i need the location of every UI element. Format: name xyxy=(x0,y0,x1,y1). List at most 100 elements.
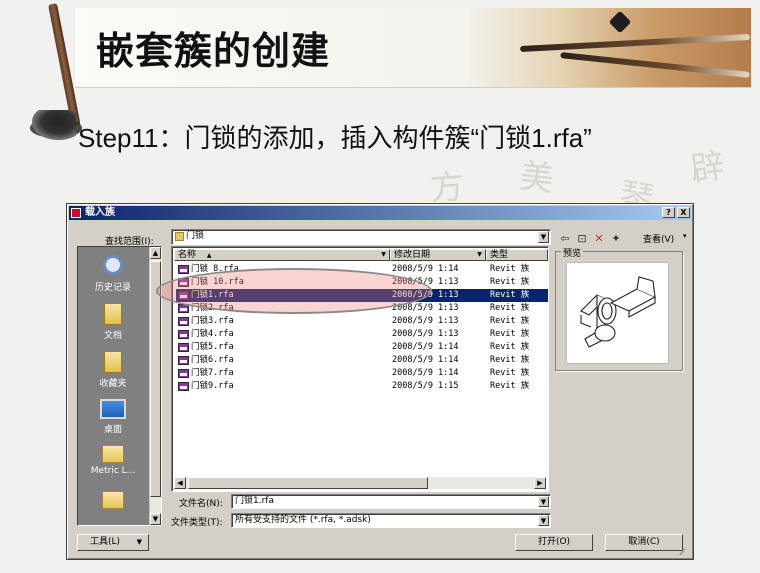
tools-button-label: 工具(L) xyxy=(90,537,121,547)
rfa-file-icon xyxy=(178,356,189,365)
help-button[interactable]: ? xyxy=(662,207,675,218)
file-date: 2008/5/9 1:13 xyxy=(392,329,459,339)
file-name: 门锁7.rfa xyxy=(191,368,234,378)
file-date: 2008/5/9 1:14 xyxy=(392,368,459,378)
chevron-down-icon[interactable]: ▼ xyxy=(475,250,484,260)
chevron-down-icon[interactable]: ▼ xyxy=(538,515,549,526)
file-name: 门锁3.rfa xyxy=(191,316,234,326)
rfa-file-icon xyxy=(178,317,189,326)
file-type: Revit 族 xyxy=(490,381,530,391)
file-date: 2008/5/9 1:13 xyxy=(392,316,459,326)
place-metric-library[interactable]: Metric L... xyxy=(78,445,148,476)
folder-icon xyxy=(102,491,124,509)
scroll-left-icon[interactable]: ◀ xyxy=(174,477,186,489)
place-folder[interactable] xyxy=(78,491,148,512)
file-name: 门锁9.rfa xyxy=(191,381,234,391)
new-folder-icon[interactable]: ✦ xyxy=(609,233,623,245)
close-button[interactable]: X xyxy=(677,207,690,218)
column-name-label: 名称 xyxy=(178,250,197,260)
file-list-hscrollbar[interactable]: ◀ ▶ xyxy=(174,477,546,489)
chevron-down-icon[interactable]: ▼ xyxy=(379,250,388,260)
tools-button[interactable]: 工具(L) ▼ xyxy=(77,534,149,551)
revit-app-icon xyxy=(71,208,81,218)
open-button[interactable]: 打开(O) xyxy=(515,534,593,551)
resize-grip-icon[interactable]: ⁄⁄ xyxy=(681,548,684,558)
file-row[interactable]: 门锁6.rfa 2008/5/9 1:14 Revit 族 xyxy=(176,354,548,367)
scrollbar-thumb[interactable] xyxy=(188,477,428,489)
file-name: 门锁6.rfa xyxy=(191,355,234,365)
file-row[interactable]: 门锁9.rfa 2008/5/9 1:15 Revit 族 xyxy=(176,380,548,393)
place-label: 收藏夹 xyxy=(99,379,127,389)
scroll-down-icon[interactable]: ▼ xyxy=(150,513,161,525)
filetype-value: 所有受支持的文件 (*.rfa, *.adsk) xyxy=(235,515,371,525)
dialog-title: 载入族 xyxy=(85,207,115,218)
chevron-down-icon[interactable]: ▼ xyxy=(538,231,549,243)
rfa-file-icon xyxy=(178,330,189,339)
filename-label: 文件名(N): xyxy=(179,499,223,509)
scroll-right-icon[interactable]: ▶ xyxy=(534,477,546,489)
file-type: Revit 族 xyxy=(490,355,530,365)
file-row[interactable]: 门锁4.rfa 2008/5/9 1:13 Revit 族 xyxy=(176,328,548,341)
lookin-combo[interactable]: 门锁 ▼ xyxy=(171,229,551,245)
lookin-value: 门锁 xyxy=(186,231,205,241)
place-desktop[interactable]: 桌面 xyxy=(78,399,148,435)
file-row[interactable]: 门锁5.rfa 2008/5/9 1:14 Revit 族 xyxy=(176,341,548,354)
file-name: 门锁5.rfa xyxy=(191,342,234,352)
filetype-select[interactable]: 所有受支持的文件 (*.rfa, *.adsk) ▼ xyxy=(231,513,551,528)
door-lock-preview-icon xyxy=(580,276,657,348)
favorites-icon xyxy=(104,351,122,373)
rfa-file-icon xyxy=(178,265,189,274)
slide-title: 嵌套簇的创建 xyxy=(96,28,331,73)
file-type: Revit 族 xyxy=(490,329,530,339)
place-favorites[interactable]: 收藏夹 xyxy=(78,351,148,389)
filetype-label: 文件类型(T): xyxy=(171,518,223,528)
folder-icon xyxy=(102,445,124,463)
scroll-up-icon[interactable]: ▲ xyxy=(150,247,161,259)
views-menu[interactable]: 查看(V) xyxy=(643,232,674,245)
dialog-titlebar[interactable]: 载入族 ? X xyxy=(69,206,691,220)
up-folder-icon[interactable]: ⊡ xyxy=(575,233,589,245)
views-dropdown-icon[interactable]: ▾ xyxy=(683,232,687,240)
file-name: 门锁4.rfa xyxy=(191,329,234,339)
place-label: 历史记录 xyxy=(94,283,131,293)
preview-image xyxy=(566,262,669,364)
file-type: Revit 族 xyxy=(490,277,530,287)
pen-brush-decoration xyxy=(32,110,76,140)
file-date: 2008/5/9 1:14 xyxy=(392,264,459,274)
filename-value: 门锁1.rfa xyxy=(235,496,274,506)
place-history[interactable]: 历史记录 xyxy=(78,255,148,293)
file-row[interactable]: 门锁3.rfa 2008/5/9 1:13 Revit 族 xyxy=(176,315,548,328)
column-header-name[interactable]: 名称 ▲ ▼ xyxy=(174,249,390,261)
history-icon xyxy=(101,255,125,277)
place-label: 桌面 xyxy=(103,425,122,435)
cancel-button[interactable]: 取消(C) xyxy=(605,534,683,551)
place-label: 文档 xyxy=(103,331,122,341)
file-type: Revit 族 xyxy=(490,264,530,274)
chevron-down-icon[interactable]: ▼ xyxy=(538,496,549,507)
place-label: Metric L... xyxy=(90,466,136,476)
chevron-down-icon: ▼ xyxy=(136,538,142,546)
places-bar: 历史记录 文档 收藏夹 桌面 Metric L... ▲ ▼ xyxy=(77,246,162,526)
file-type: Revit 族 xyxy=(490,368,530,378)
back-icon[interactable]: ⇦ xyxy=(558,233,572,245)
column-header-date[interactable]: 修改日期 ▼ xyxy=(390,249,486,261)
selection-highlight-annotation xyxy=(156,268,432,314)
file-type: Revit 族 xyxy=(490,316,530,326)
place-documents[interactable]: 文档 xyxy=(78,303,148,341)
file-type: Revit 族 xyxy=(490,303,530,313)
folder-icon xyxy=(175,232,184,241)
rfa-file-icon xyxy=(178,369,189,378)
file-date: 2008/5/9 1:14 xyxy=(392,355,459,365)
calligraphy-texture: 辟 xyxy=(687,145,728,191)
sort-arrow-icon: ▲ xyxy=(206,252,212,259)
file-row[interactable]: 门锁7.rfa 2008/5/9 1:14 Revit 族 xyxy=(176,367,548,380)
delete-icon[interactable]: ✕ xyxy=(592,233,606,245)
file-type: Revit 族 xyxy=(490,342,530,352)
column-type-label: 类型 xyxy=(490,250,509,260)
step-instruction: Step11：门锁的添加，插入构件簇“门锁1.rfa” xyxy=(78,123,592,153)
column-header-type[interactable]: 类型 xyxy=(486,249,548,261)
filename-input[interactable]: 门锁1.rfa ▼ xyxy=(231,494,551,509)
documents-icon xyxy=(104,303,122,325)
rfa-file-icon xyxy=(178,382,189,391)
file-type: Revit 族 xyxy=(490,290,530,300)
